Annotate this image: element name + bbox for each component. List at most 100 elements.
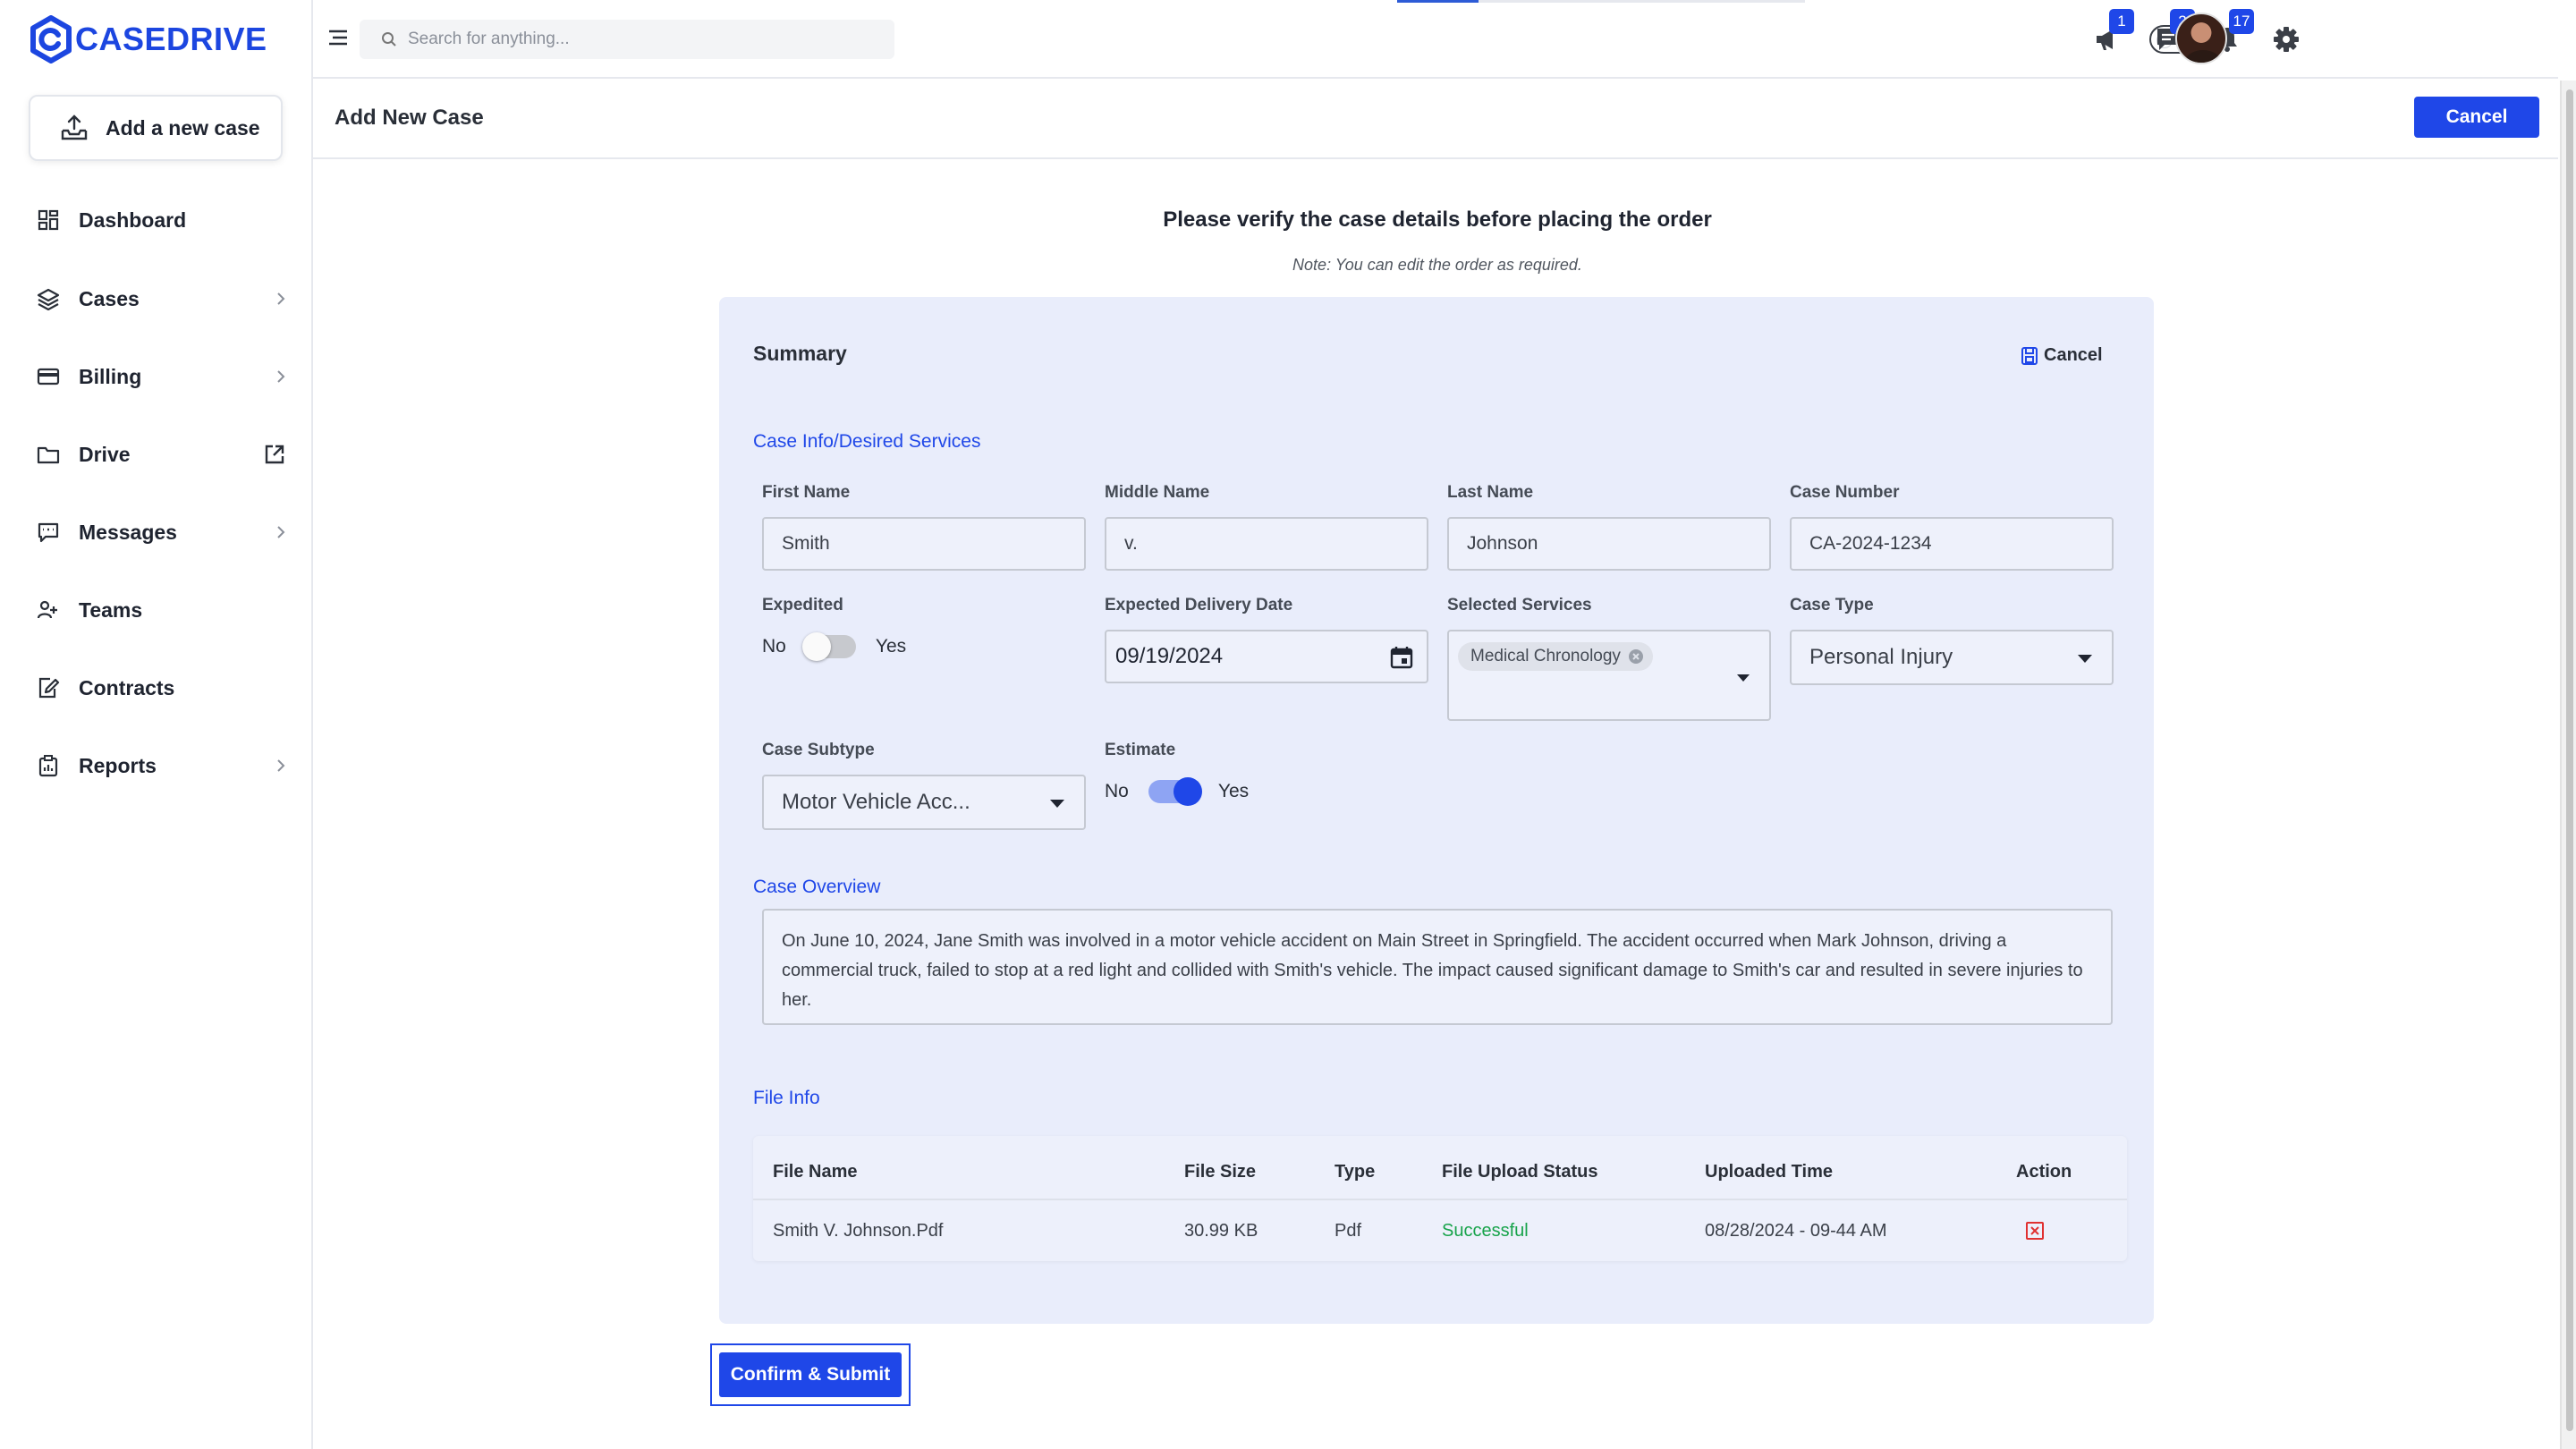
page-header: Add New Case Cancel [313, 80, 2558, 159]
scrollbar[interactable] [2560, 80, 2576, 1449]
settings-button[interactable] [2268, 21, 2304, 57]
sidebar-item-label: Cases [79, 286, 140, 310]
sidebar-item-label: Teams [79, 597, 143, 622]
column-header: File Size [1184, 1161, 1257, 1182]
estimate-toggle[interactable] [1148, 777, 1202, 806]
credit-card-icon [36, 364, 61, 389]
estimate-field: Estimate No Yes [1105, 741, 1250, 806]
case-overview-section-title: Case Overview [753, 877, 881, 897]
case-number-label: Case Number [1790, 483, 1900, 502]
announcements-button[interactable]: 1 [2089, 9, 2134, 57]
column-header: File Upload Status [1442, 1161, 1598, 1182]
last-name-label: Last Name [1447, 483, 1534, 502]
column-header: Type [1335, 1161, 1376, 1182]
expedited-label: Expedited [762, 596, 843, 614]
user-avatar[interactable] [2175, 13, 2227, 64]
sidebar-item-label: Reports [79, 753, 157, 777]
file-size-cell: 30.99 KB [1184, 1220, 1258, 1241]
estimate-label: Estimate [1105, 741, 1176, 759]
users-icon [36, 597, 61, 623]
sidebar-item-contracts[interactable]: Contracts [36, 666, 295, 709]
file-info-table: File Name File Size Type File Upload Sta… [753, 1136, 2127, 1261]
expedited-toggle[interactable] [801, 632, 856, 661]
case-number-input[interactable]: CA-2024-1234 [1790, 517, 2114, 571]
chevron-right-icon [277, 292, 285, 305]
verify-heading: Please verify the case details before pl… [1163, 208, 1712, 232]
case-subtype-field: Case Subtype Motor Vehicle Acc... [762, 741, 1086, 830]
last-name-field: Last Name Johnson [1447, 483, 1771, 571]
table-header-row: File Name File Size Type File Upload Sta… [753, 1143, 2127, 1200]
middle-name-field: Middle Name v. [1105, 483, 1428, 571]
scrollbar-thumb[interactable] [2566, 89, 2573, 1431]
delete-file-icon[interactable] [2025, 1221, 2045, 1241]
sidebar-item-drive[interactable]: Drive [36, 433, 295, 476]
file-info-section-title: File Info [753, 1088, 820, 1108]
external-link-icon[interactable] [263, 443, 286, 466]
case-subtype-value: Motor Vehicle Acc... [782, 790, 970, 814]
remove-chip-icon[interactable] [1628, 648, 1644, 665]
summary-title: Summary [753, 342, 847, 365]
delivery-date-field: Expected Delivery Date 09/19/2024 [1105, 596, 1428, 683]
case-number-field: Case Number CA-2024-1234 [1790, 483, 2114, 571]
page-load-progress [1397, 0, 1805, 3]
confirm-submit-button[interactable]: Confirm & Submit [719, 1352, 902, 1397]
announcements-badge: 1 [2109, 9, 2134, 34]
middle-name-label: Middle Name [1105, 483, 1210, 502]
hexagon-logo-icon [30, 15, 72, 64]
contract-edit-icon [36, 675, 61, 700]
chevron-right-icon [277, 526, 285, 538]
expedited-yes-label: Yes [875, 636, 907, 657]
menu-toggle-icon[interactable] [327, 25, 349, 50]
case-type-select[interactable]: Personal Injury [1790, 630, 2114, 685]
case-subtype-label: Case Subtype [762, 741, 875, 759]
action-cell [2025, 1202, 2045, 1259]
sidebar-item-label: Contracts [79, 675, 175, 699]
folder-icon [36, 442, 61, 467]
column-header: Uploaded Time [1705, 1161, 1833, 1182]
page-title: Add New Case [335, 106, 484, 130]
sidebar: CASEDRIVE Add a new case Dashboard Cases… [0, 0, 313, 1449]
case-subtype-select[interactable]: Motor Vehicle Acc... [762, 775, 1086, 830]
first-name-input[interactable]: Smith [762, 517, 1086, 571]
summary-cancel-button[interactable]: Cancel [2021, 345, 2103, 366]
case-overview-textarea[interactable]: On June 10, 2024, Jane Smith was involve… [762, 909, 2113, 1025]
add-new-case-button[interactable]: Add a new case [29, 95, 283, 161]
case-type-label: Case Type [1790, 596, 1874, 614]
sidebar-item-label: Drive [79, 442, 131, 466]
middle-name-input[interactable]: v. [1105, 517, 1428, 571]
sidebar-item-label: Messages [79, 520, 177, 544]
service-chip: Medical Chronology [1458, 642, 1653, 671]
table-row: Smith V. Johnson.Pdf 30.99 KB Pdf Succes… [753, 1202, 2127, 1259]
chevron-right-icon [277, 759, 285, 772]
delivery-date-label: Expected Delivery Date [1105, 596, 1293, 614]
gear-icon [2274, 27, 2299, 52]
search-input[interactable] [408, 30, 873, 49]
delivery-date-input[interactable]: 09/19/2024 [1105, 630, 1428, 683]
sidebar-item-billing[interactable]: Billing [36, 355, 295, 398]
cancel-button[interactable]: Cancel [2414, 97, 2539, 138]
casedrive-logo[interactable]: CASEDRIVE [29, 14, 267, 64]
clipboard-report-icon [36, 753, 61, 778]
expedited-no-label: No [762, 636, 786, 657]
selected-services-select[interactable]: Medical Chronology [1447, 630, 1771, 721]
sidebar-item-dashboard[interactable]: Dashboard [36, 199, 295, 242]
estimate-yes-label: Yes [1217, 781, 1250, 801]
delivery-date-value: 09/19/2024 [1115, 644, 1224, 668]
global-search[interactable] [360, 20, 894, 59]
add-new-case-label: Add a new case [106, 115, 260, 140]
sidebar-item-label: Dashboard [79, 208, 187, 232]
calendar-icon[interactable] [1389, 645, 1414, 670]
sidebar-item-reports[interactable]: Reports [36, 744, 295, 787]
service-chip-label: Medical Chronology [1470, 647, 1621, 665]
estimate-no-label: No [1105, 781, 1129, 801]
last-name-input[interactable]: Johnson [1447, 517, 1771, 571]
sidebar-item-cases[interactable]: Cases [36, 277, 295, 320]
sidebar-item-messages[interactable]: Messages [36, 511, 295, 554]
expedited-field: Expedited No Yes [762, 596, 907, 661]
column-header: Action [2016, 1161, 2072, 1182]
chevron-down-icon [1737, 674, 1750, 682]
selected-services-label: Selected Services [1447, 596, 1592, 614]
file-name-cell[interactable]: Smith V. Johnson.Pdf [773, 1202, 944, 1259]
sidebar-item-teams[interactable]: Teams [36, 589, 295, 631]
summary-card: Summary Cancel Case Info/Desired Service… [719, 297, 2154, 1324]
